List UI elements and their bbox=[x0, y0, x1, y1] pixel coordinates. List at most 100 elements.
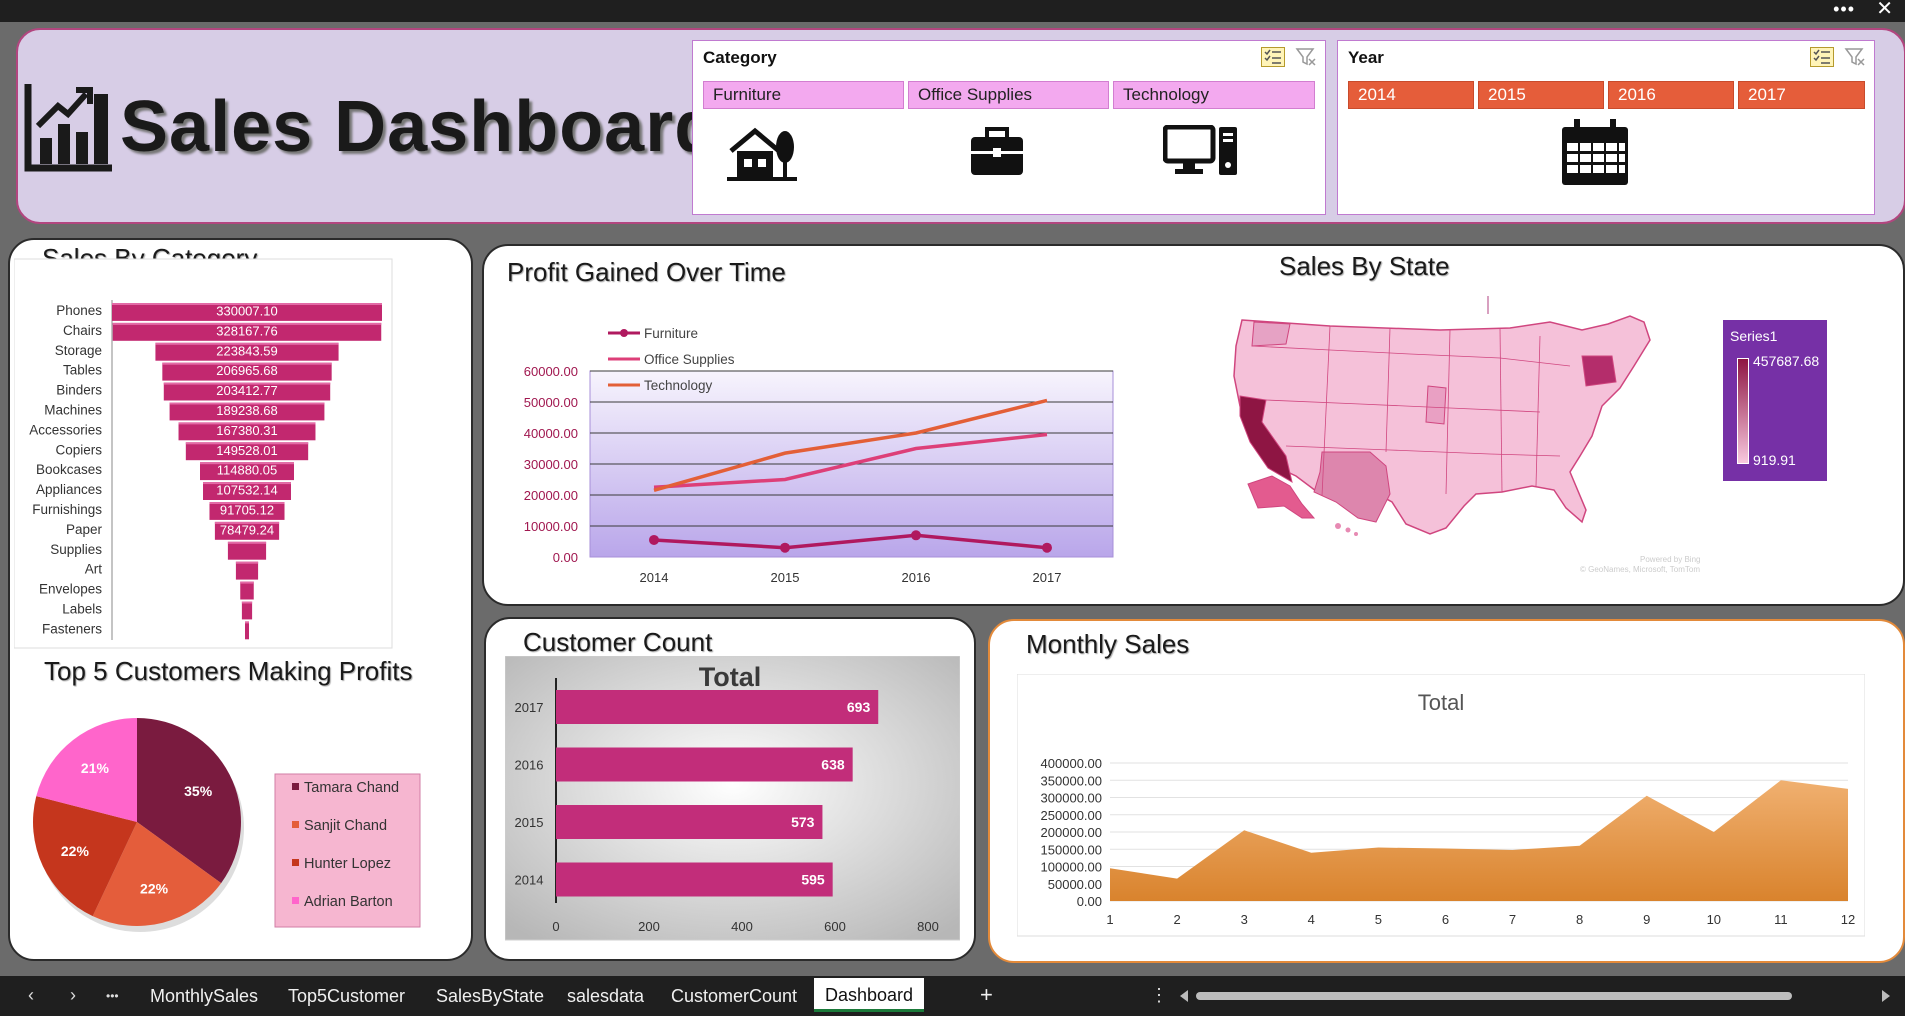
category-value-label: 91705.12 bbox=[220, 503, 274, 518]
category-value-label: 189238.68 bbox=[216, 403, 277, 418]
year-2014-button[interactable]: 2014 bbox=[1348, 81, 1474, 109]
furniture-point bbox=[911, 530, 921, 541]
x-tick-label: 0 bbox=[552, 919, 559, 934]
map-legend-title: Series1 bbox=[1730, 328, 1778, 344]
category-value-label: 206965.68 bbox=[216, 363, 277, 378]
more-sheets-icon[interactable]: ••• bbox=[106, 989, 119, 1003]
scroll-right-arrow[interactable] bbox=[1882, 990, 1890, 1002]
legend-swatch bbox=[292, 859, 299, 866]
x-tick-label: 11 bbox=[1774, 912, 1788, 927]
pie-value-label: 22% bbox=[61, 843, 90, 859]
category-label: Machines bbox=[44, 403, 102, 418]
year-2016-button[interactable]: 2016 bbox=[1608, 81, 1734, 109]
y-tick-label: 0.00 bbox=[1077, 894, 1102, 909]
category-technology-button[interactable]: Technology bbox=[1113, 81, 1315, 109]
category-furniture-button[interactable]: Furniture bbox=[703, 81, 904, 109]
x-tick-label: 2 bbox=[1173, 912, 1180, 927]
category-bar-highlight bbox=[227, 541, 267, 544]
pie-value-label: 21% bbox=[81, 760, 110, 776]
tab-salesdata[interactable]: salesdata bbox=[567, 986, 644, 1007]
customer-count-bar-chart: Total 0 200 400 600 800 2017 693 2016 638 2015 573 2… bbox=[505, 656, 960, 941]
horizontal-scrollbar[interactable] bbox=[1180, 990, 1890, 1002]
y-tick-label: 250000.00 bbox=[1041, 808, 1102, 823]
category-label: Copiers bbox=[55, 442, 102, 457]
scroll-left-arrow[interactable] bbox=[1180, 990, 1188, 1002]
sales-by-state-map: Powered by Bing © GeoNames, Microsoft, T… bbox=[1210, 296, 1750, 580]
tab-customercount[interactable]: CustomerCount bbox=[671, 986, 797, 1007]
category-bar bbox=[241, 601, 253, 620]
window-title-bar: ••• ✕ bbox=[0, 0, 1905, 22]
clear-filter-icon[interactable] bbox=[1844, 47, 1866, 67]
category-label: Paper bbox=[66, 522, 103, 537]
profit-line-chart: 0.00 10000.00 20000.00 30000.00 40000.00 5000… bbox=[524, 326, 1114, 585]
scrollbar-thumb[interactable] bbox=[1196, 992, 1792, 1000]
category-bar bbox=[240, 581, 254, 600]
legend-swatch bbox=[292, 783, 299, 790]
legend-label: Hunter Lopez bbox=[304, 856, 391, 872]
category-label: Furnishings bbox=[32, 502, 102, 517]
map-legend-max: 457687.68 bbox=[1753, 353, 1820, 369]
legend-swatch bbox=[292, 897, 299, 904]
category-value-label: 149528.01 bbox=[216, 443, 277, 458]
next-sheet-icon[interactable]: › bbox=[70, 985, 76, 1006]
close-icon[interactable]: ✕ bbox=[1876, 0, 1893, 20]
y-tick-label: 30000.00 bbox=[524, 457, 578, 472]
x-tick-label: 6 bbox=[1442, 912, 1449, 927]
category-label: Accessories bbox=[29, 422, 102, 437]
x-tick-label: 800 bbox=[917, 919, 939, 934]
category-office-supplies-button[interactable]: Office Supplies bbox=[908, 81, 1109, 109]
year-2017-button[interactable]: 2017 bbox=[1738, 81, 1865, 109]
multi-select-icon[interactable] bbox=[1261, 47, 1285, 67]
y-tick-label: 400000.00 bbox=[1041, 756, 1102, 771]
house-tree-icon bbox=[727, 127, 797, 181]
tab-dashboard[interactable]: Dashboard bbox=[814, 978, 925, 1012]
x-tick-label: 10 bbox=[1707, 912, 1721, 927]
x-tick-label: 3 bbox=[1241, 912, 1248, 927]
y-tick-label: 100000.00 bbox=[1041, 860, 1102, 875]
y-tick-label: 10000.00 bbox=[524, 519, 578, 534]
category-label: Supplies bbox=[50, 542, 102, 557]
furniture-point bbox=[780, 542, 790, 553]
legend-label: Adrian Barton bbox=[304, 894, 393, 910]
sheet-options-icon[interactable]: ⋮ bbox=[1150, 985, 1168, 1006]
tab-top5customer[interactable]: Top5Customer bbox=[288, 986, 405, 1007]
category-label: Storage bbox=[55, 343, 102, 358]
category-value-label: 114880.05 bbox=[217, 463, 278, 478]
legend-marker bbox=[620, 329, 628, 337]
x-tick-label: 2015 bbox=[771, 570, 800, 585]
bar-value-label: 573 bbox=[791, 814, 815, 830]
pie-value-label: 22% bbox=[140, 880, 169, 896]
category-label: Envelopes bbox=[39, 582, 102, 597]
y-tick-label: 50000.00 bbox=[1048, 877, 1102, 892]
y-tick-label: 20000.00 bbox=[524, 488, 578, 503]
clear-filter-icon[interactable] bbox=[1295, 47, 1317, 67]
category-label: Tables bbox=[63, 363, 102, 378]
monthly-sales-title: Monthly Sales bbox=[1026, 629, 1190, 659]
x-tick-label: 2017 bbox=[1033, 570, 1062, 585]
prev-sheet-icon[interactable]: ‹ bbox=[28, 985, 34, 1006]
multi-select-icon[interactable] bbox=[1810, 47, 1834, 67]
furniture-point bbox=[649, 534, 659, 545]
add-sheet-button[interactable]: + bbox=[980, 982, 993, 1008]
x-tick-label: 200 bbox=[638, 919, 660, 934]
y-tick-label: 2014 bbox=[515, 873, 544, 888]
top5-customers-title: Top 5 Customers Making Profits bbox=[44, 656, 413, 686]
more-options-icon[interactable]: ••• bbox=[1833, 0, 1855, 18]
bar-value-label: 693 bbox=[847, 699, 871, 715]
year-2015-button[interactable]: 2015 bbox=[1478, 81, 1604, 109]
dashboard-title: Sales Dashboard bbox=[120, 87, 720, 167]
pie-value-label: 35% bbox=[184, 783, 213, 799]
category-label: Chairs bbox=[63, 323, 102, 338]
monthly-sales-area-chart: Total 0.00 50000.00 100000.00 150000.00 20000… bbox=[1017, 674, 1865, 937]
tab-salesbystate[interactable]: SalesByState bbox=[436, 986, 544, 1007]
category-label: Labels bbox=[62, 602, 102, 617]
x-tick-label: 8 bbox=[1576, 912, 1583, 927]
category-bar bbox=[227, 541, 267, 560]
x-tick-label: 600 bbox=[824, 919, 846, 934]
category-bar bbox=[245, 621, 249, 640]
category-value-label: 223843.59 bbox=[216, 343, 277, 358]
y-tick-label: 2016 bbox=[515, 758, 544, 773]
customer-count-title: Customer Count bbox=[523, 627, 713, 657]
tab-monthlysales[interactable]: MonthlySales bbox=[150, 986, 258, 1007]
y-tick-label: 350000.00 bbox=[1041, 773, 1102, 788]
